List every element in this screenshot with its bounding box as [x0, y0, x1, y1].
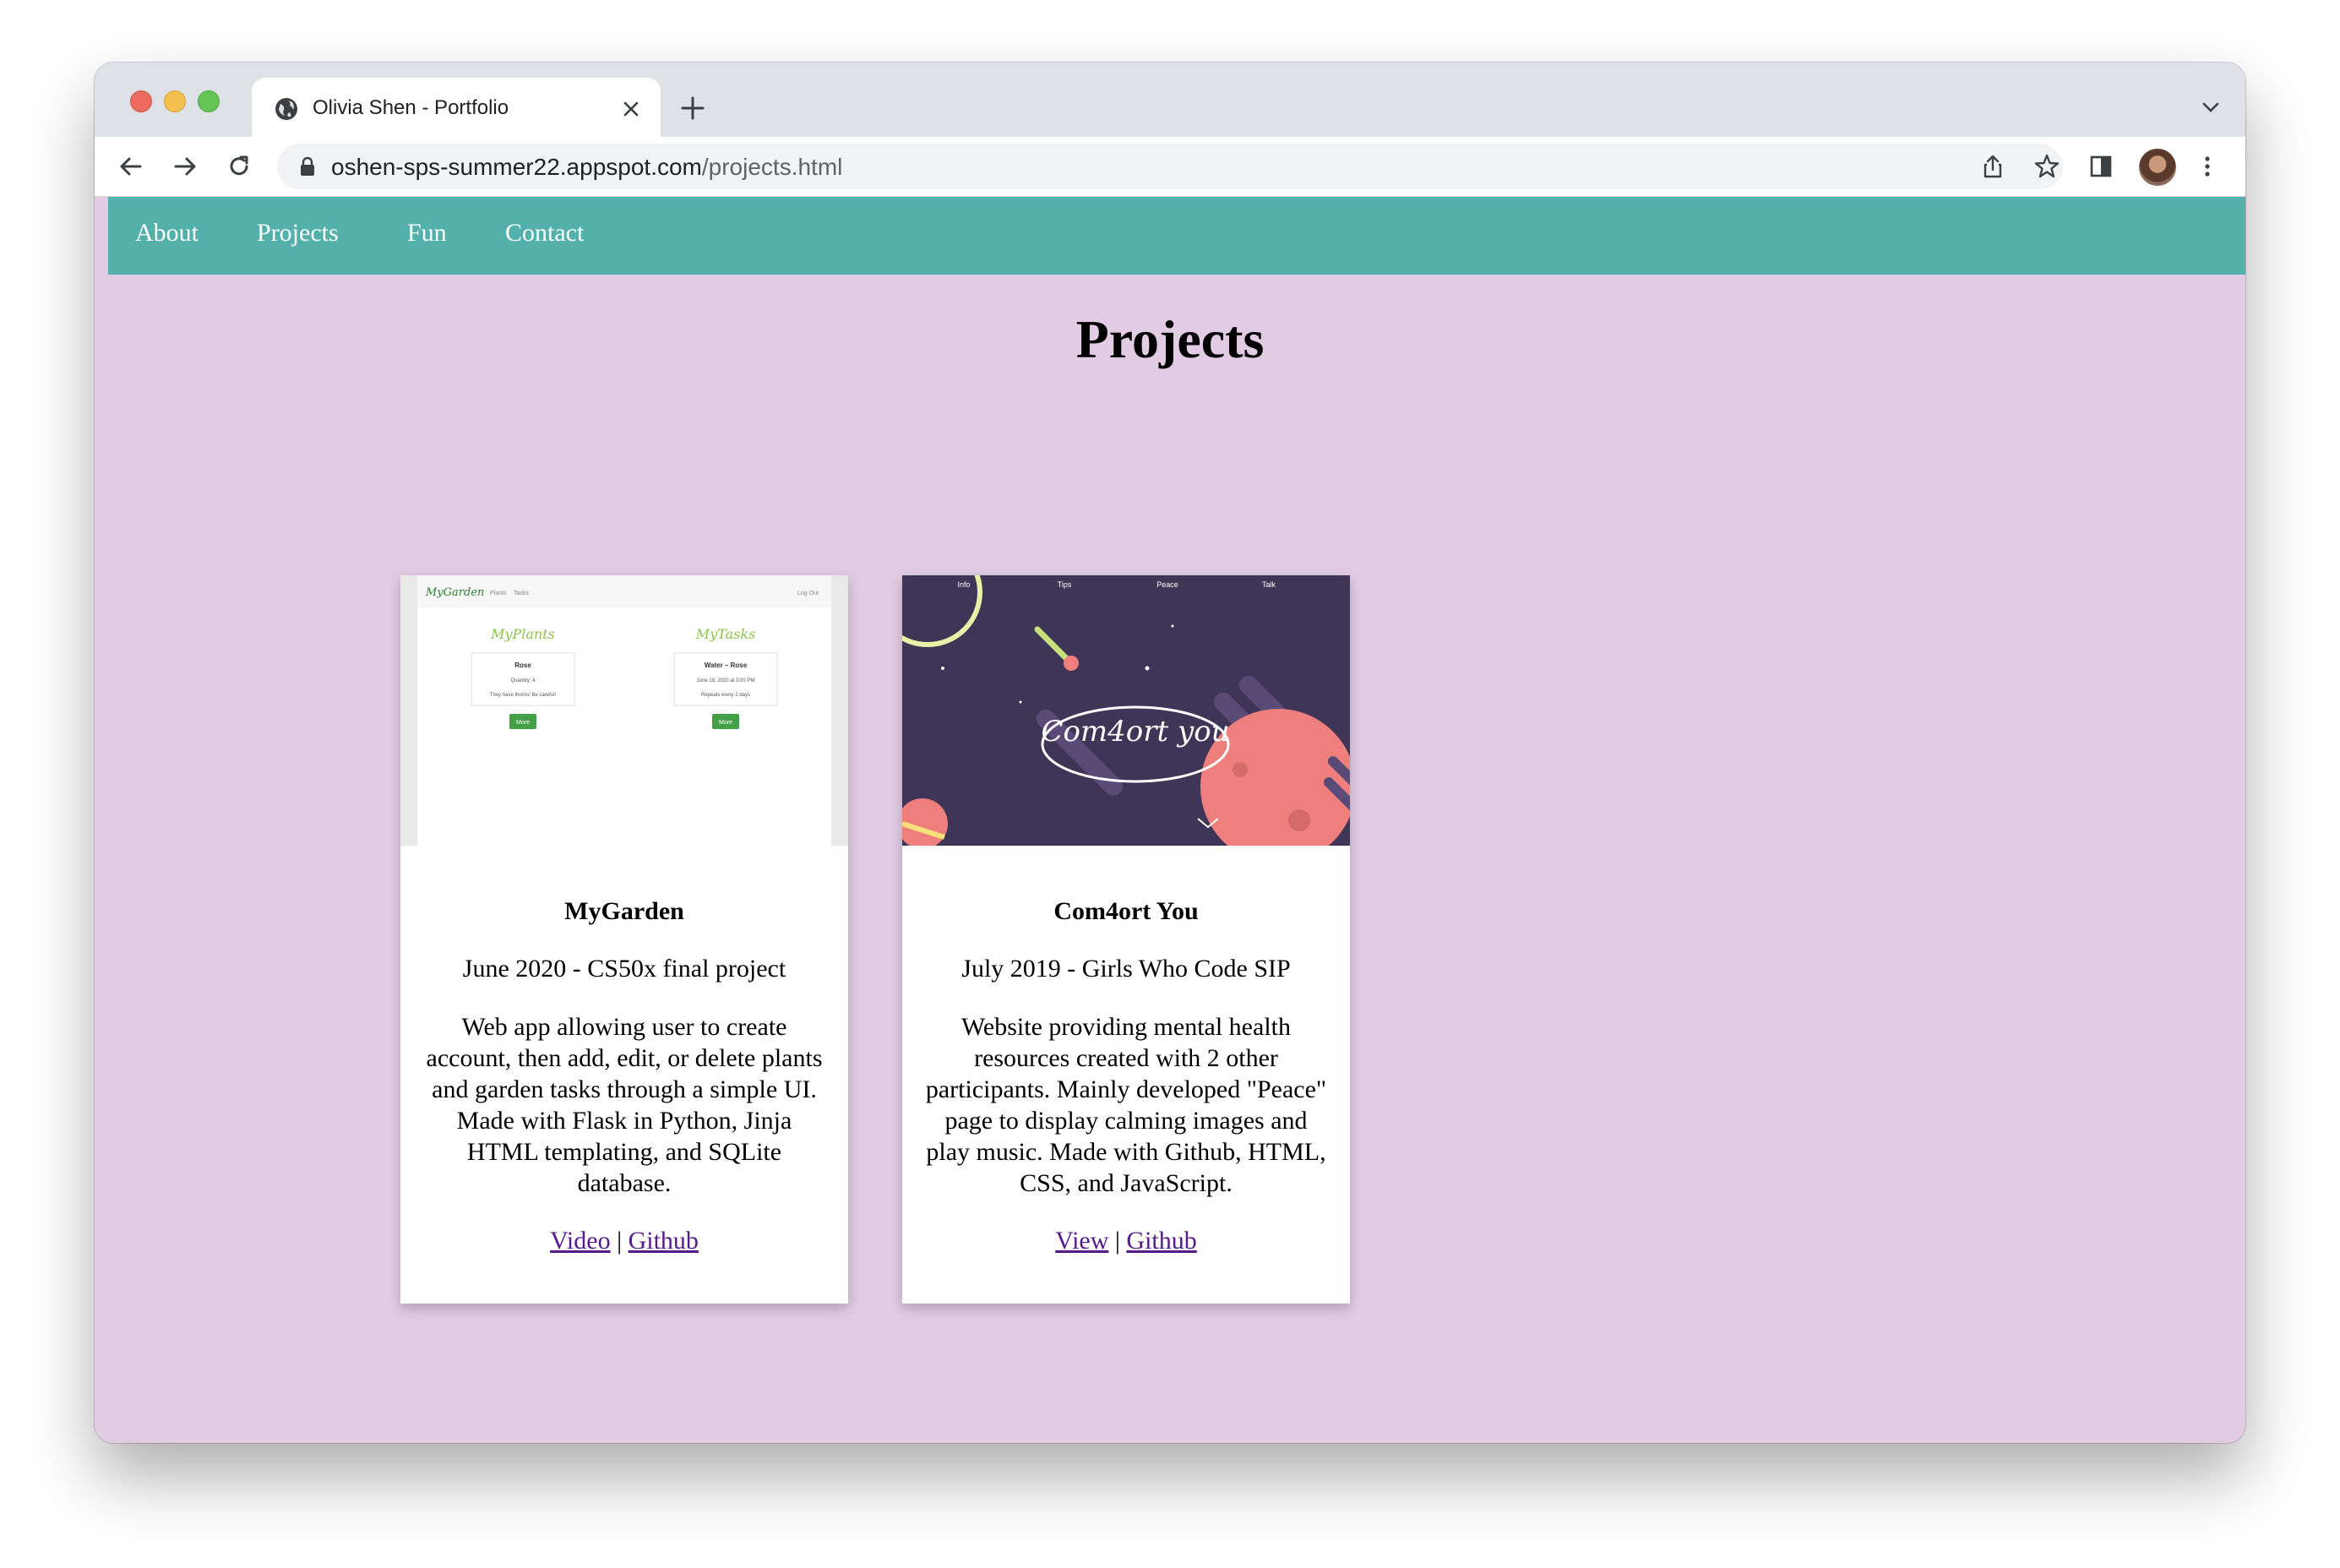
back-arrow-icon[interactable] [117, 152, 145, 181]
thumb-nav-info: Info [957, 580, 970, 589]
close-window-button[interactable] [130, 90, 152, 112]
video-link[interactable]: Video [550, 1227, 611, 1255]
thumb-nav-tips: Tips [1058, 580, 1072, 589]
tab-strip: Olivia Shen - Portfolio [95, 63, 2245, 139]
thumb-nav-peace: Peace [1156, 580, 1178, 589]
thumb-logout: Log Out [797, 591, 819, 596]
page-viewport: About Projects Fun Contact Projects MyGa… [95, 197, 2245, 1443]
reload-icon[interactable] [225, 152, 253, 181]
project-links: View | Github [902, 1226, 1350, 1256]
project-card-body: Com4ort You July 2019 - Girls Who Code S… [902, 846, 1350, 1256]
thumb-brand: MyGarden [425, 586, 484, 599]
thumb-col2-title: MyTasks [695, 626, 756, 642]
thumb-nav-plants: Plants [490, 591, 507, 596]
url-path: /projects.html [701, 154, 843, 180]
lock-icon[interactable] [299, 156, 316, 177]
share-icon[interactable] [1978, 152, 2007, 181]
browser-toolbar: oshen-sps-summer22.appspot.com/projects.… [95, 137, 2245, 197]
project-date: July 2019 - Girls Who Code SIP [961, 955, 1291, 983]
site-navbar: About Projects Fun Contact [108, 197, 2245, 275]
thumb-task-name: Water – Rose [705, 662, 748, 669]
project-card-mygarden: MyGarden Plants Tasks Log Out MyPlants M… [400, 575, 848, 1304]
thumb-plant-name: Rose [514, 662, 531, 669]
more-menu-icon[interactable] [2193, 152, 2222, 181]
bookmark-star-icon[interactable] [2033, 152, 2061, 181]
browser-tab[interactable]: Olivia Shen - Portfolio [252, 78, 661, 139]
nav-link-about[interactable]: About [135, 219, 199, 248]
url-text: oshen-sps-summer22.appspot.com/projects.… [331, 154, 842, 181]
com4ort-you-screenshot: Info Tips Peace Talk Com4ort you [902, 575, 1350, 846]
project-title: MyGarden [564, 897, 684, 925]
github-link[interactable]: Github [629, 1227, 699, 1255]
thumb-col1-title: MyPlants [490, 626, 555, 642]
page-title: Projects [1075, 309, 1265, 369]
nav-link-projects[interactable]: Projects [257, 219, 339, 248]
new-tab-icon[interactable] [679, 95, 706, 122]
minimize-window-button[interactable] [164, 90, 186, 112]
address-bar[interactable]: oshen-sps-summer22.appspot.com/projects.… [277, 144, 2063, 189]
project-description: Website providing mental health resource… [925, 1013, 1327, 1197]
link-separator: | [1114, 1227, 1120, 1255]
nav-link-fun[interactable]: Fun [407, 219, 447, 248]
project-title: Com4ort You [1053, 897, 1199, 925]
project-date: June 2020 - CS50x final project [462, 955, 786, 983]
zoom-window-button[interactable] [198, 90, 220, 112]
link-separator: | [617, 1227, 623, 1255]
tab-title: Olivia Shen - Portfolio [313, 96, 509, 119]
view-link[interactable]: View [1055, 1227, 1108, 1255]
thumb-more-1: More [516, 720, 530, 726]
globe-icon [275, 98, 297, 120]
url-host: oshen-sps-summer22.appspot.com [331, 154, 702, 180]
thumb-task-date: June 19, 2020 at 3:00 PM [697, 678, 755, 683]
thumb-nav-tasks: Tasks [514, 591, 529, 596]
browser-window: Olivia Shen - Portfolio oshen-sps-summer… [95, 63, 2245, 1443]
profile-avatar[interactable] [2139, 149, 2176, 186]
chevron-down-icon[interactable] [2200, 96, 2222, 118]
close-tab-icon[interactable] [620, 98, 642, 120]
thumb-more-2: More [719, 720, 732, 726]
mygarden-screenshot: MyGarden Plants Tasks Log Out MyPlants M… [400, 575, 848, 846]
project-thumbnail-com4ort-you[interactable]: Info Tips Peace Talk Com4ort you [902, 575, 1350, 846]
project-description: Web app allowing user to create account,… [426, 1013, 823, 1197]
project-card-com4ort-you: Info Tips Peace Talk Com4ort you Com4ort… [902, 575, 1350, 1304]
project-card-body: MyGarden June 2020 - CS50x final project… [400, 846, 848, 1256]
project-thumbnail-mygarden[interactable]: MyGarden Plants Tasks Log Out MyPlants M… [400, 575, 848, 846]
nav-link-contact[interactable]: Contact [505, 219, 584, 248]
project-links: Video | Github [400, 1226, 848, 1256]
thumb-logo-text: Com4ort you [1041, 715, 1229, 749]
forward-arrow-icon[interactable] [171, 152, 199, 181]
thumb-plant-qty: Quantity: 4 [510, 678, 536, 683]
github-link[interactable]: Github [1126, 1227, 1196, 1255]
thumb-task-repeat: Repeats every 2 days [701, 693, 750, 698]
thumb-plant-note: They have thorns! Be careful! [490, 693, 557, 698]
side-panel-icon[interactable] [2087, 152, 2115, 181]
thumb-nav-talk: Talk [1262, 580, 1276, 589]
